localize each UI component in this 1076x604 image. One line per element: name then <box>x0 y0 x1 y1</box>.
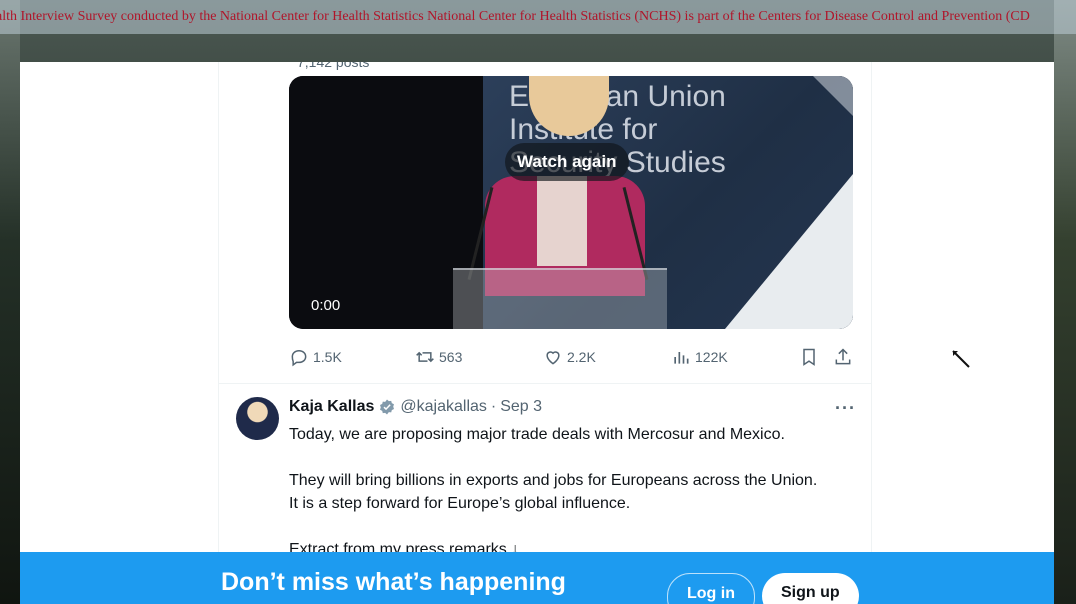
like-button[interactable]: 2.2K <box>543 346 596 368</box>
tweet-actions-bar: 1.5K 563 2.2K 122K <box>289 346 853 368</box>
author-name[interactable]: Kaja Kallas <box>289 398 374 416</box>
heart-icon <box>546 351 560 365</box>
reply-count: 1.5K <box>313 349 342 365</box>
news-ticker: alth Interview Survey conducted by the N… <box>0 0 1076 34</box>
verified-badge-icon <box>380 399 395 415</box>
bookmark-button[interactable] <box>799 346 819 368</box>
reply-icon <box>291 349 307 367</box>
posts-count: 7,142 posts <box>297 62 370 70</box>
background-right <box>1054 0 1076 604</box>
feed-column: 7,142 posts European Union Institute for… <box>218 62 872 604</box>
video-player[interactable]: European Union Institute for Security St… <box>289 76 853 329</box>
tweet-line: They will bring billions in exports and … <box>289 472 818 489</box>
x-timeline-panel: 7,142 posts European Union Institute for… <box>20 62 1054 604</box>
tweet-line: It is a step forward for Europe’s global… <box>289 495 631 512</box>
podium <box>453 268 667 329</box>
sign-up-button[interactable]: Sign up <box>762 573 859 604</box>
share-icon <box>835 348 851 365</box>
tweet-date[interactable]: Sep 3 <box>500 398 542 416</box>
meta-separator: · <box>490 398 497 415</box>
signup-banner: Don’t miss what’s happening Log in Sign … <box>20 552 1054 604</box>
views-button[interactable]: 122K <box>671 346 728 368</box>
repost-icon <box>416 351 434 363</box>
bookmark-icon <box>803 348 815 366</box>
tweet-line: Today, we are proposing major trade deal… <box>289 426 785 443</box>
video-timecode: 0:00 <box>311 297 341 314</box>
banner-title: Don’t miss what’s happening <box>221 568 566 596</box>
repost-button[interactable]: 563 <box>415 346 462 368</box>
backdrop-shape <box>813 76 853 116</box>
view-count: 122K <box>695 349 728 365</box>
tweet-text: Today, we are proposing major trade deal… <box>289 423 859 561</box>
watch-again-button[interactable]: Watch again <box>505 143 629 181</box>
reply-button[interactable]: 1.5K <box>289 346 342 368</box>
tweet-header: Kaja Kallas @kajakallas · Sep 3 <box>289 398 542 416</box>
backdrop-shape <box>725 174 853 329</box>
background-left <box>0 0 20 604</box>
repost-count: 563 <box>439 349 463 365</box>
avatar[interactable] <box>236 397 279 440</box>
analytics-icon <box>674 352 689 364</box>
log-in-button[interactable]: Log in <box>667 573 755 604</box>
more-options-icon[interactable]: ··· <box>835 398 856 419</box>
share-button[interactable] <box>833 346 853 368</box>
author-handle[interactable]: @kajakallas <box>400 398 487 416</box>
mouse-cursor-icon <box>952 350 970 368</box>
ticker-text: alth Interview Survey conducted by the N… <box>0 9 1030 24</box>
like-count: 2.2K <box>567 349 596 365</box>
speaker-shirt <box>537 176 587 266</box>
